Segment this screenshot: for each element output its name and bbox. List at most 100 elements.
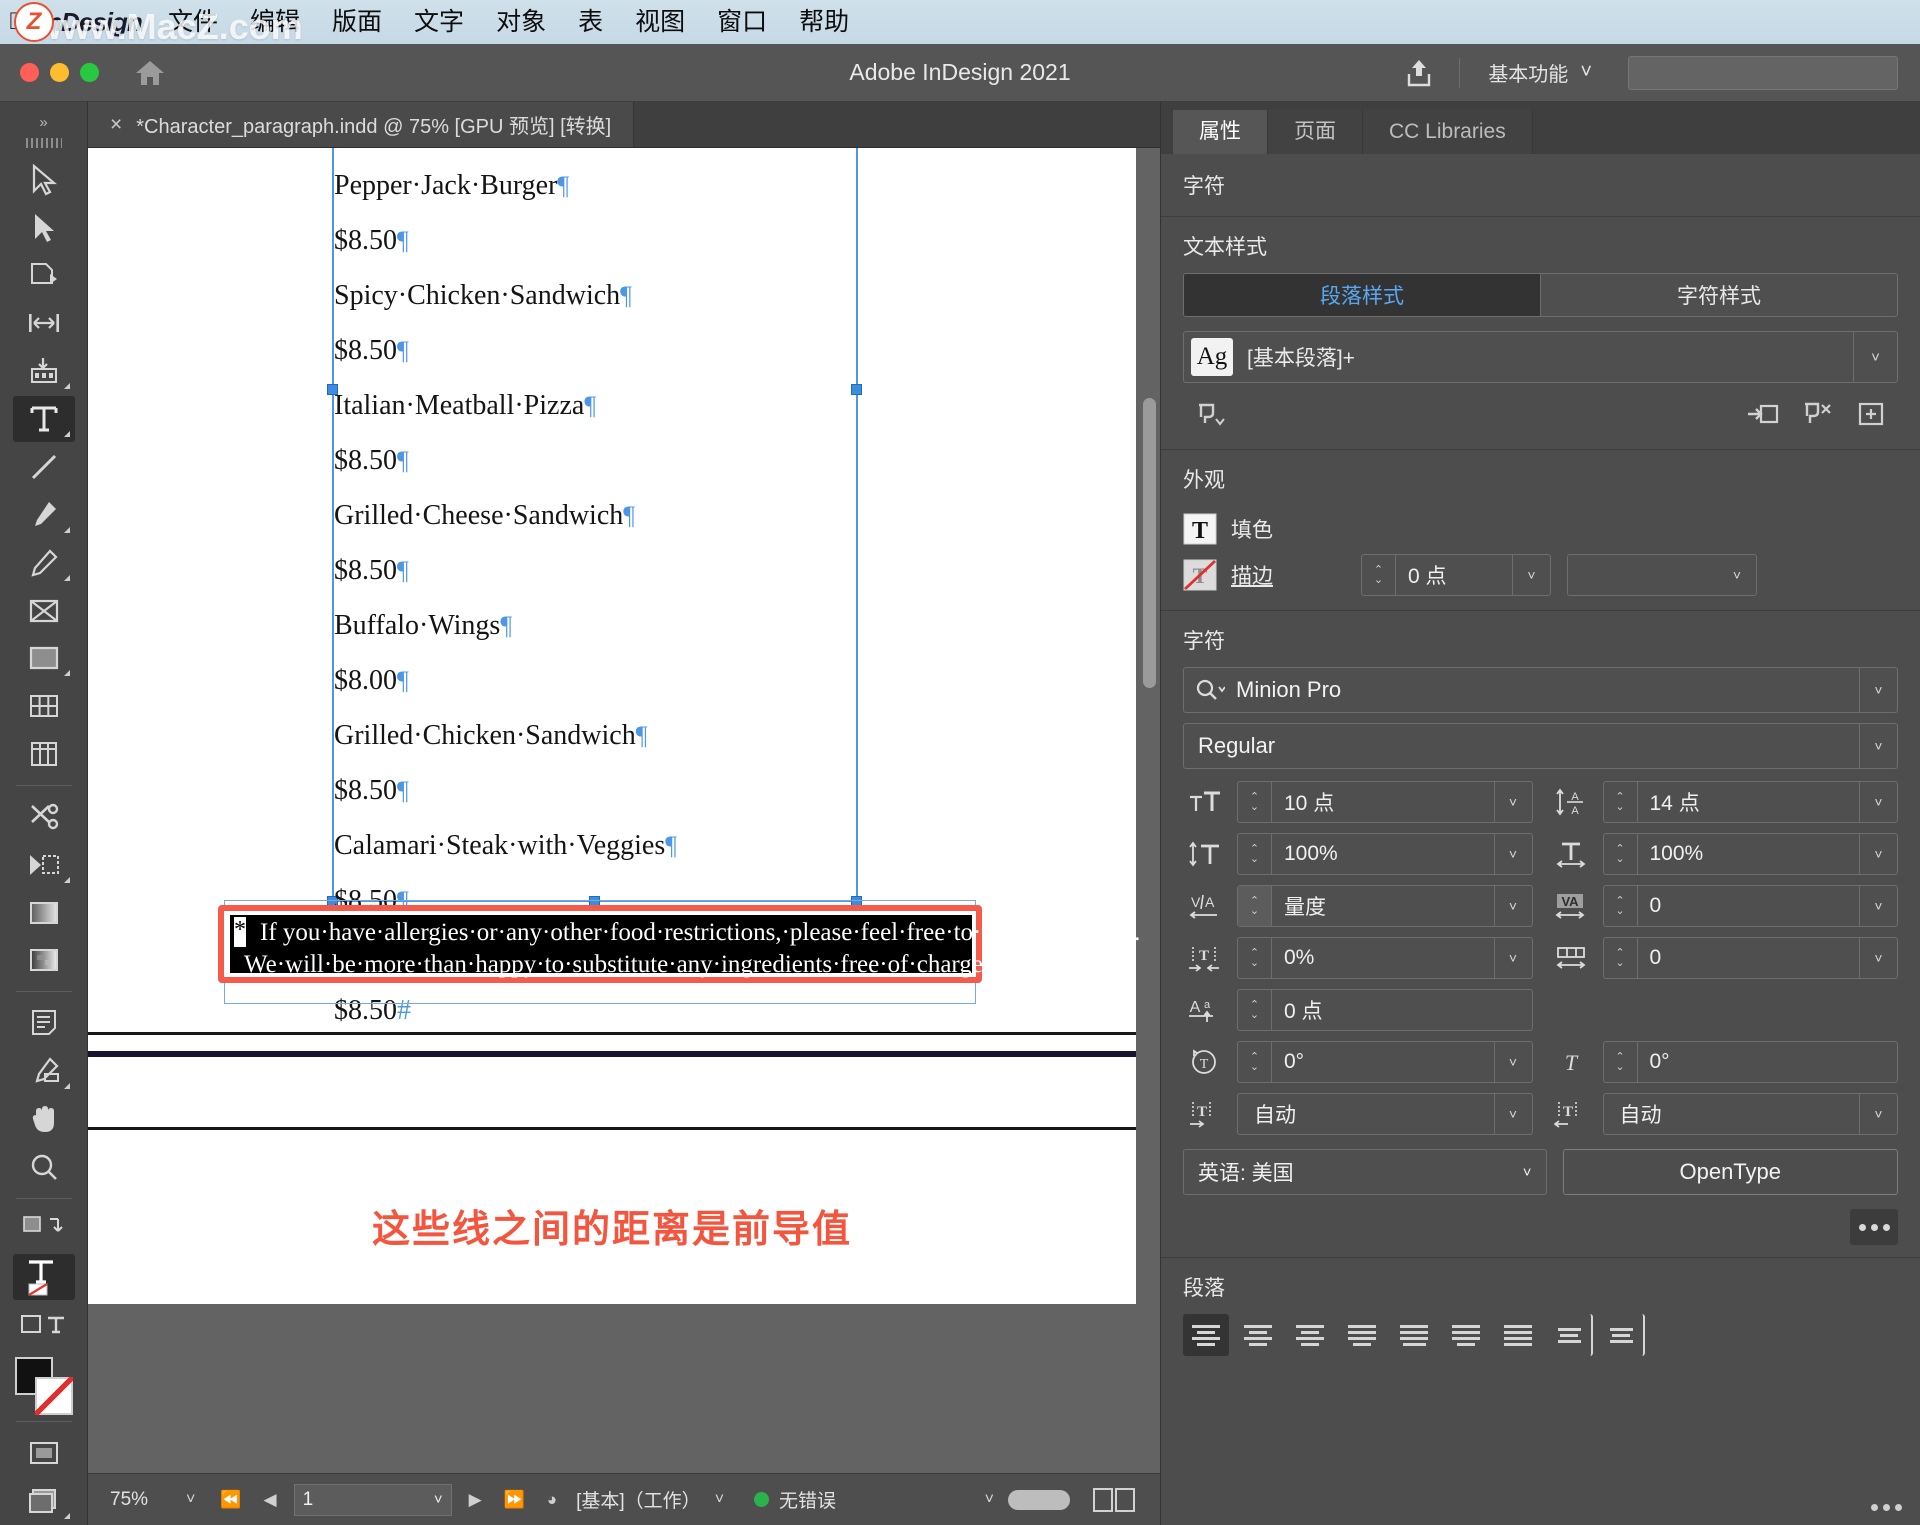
formatting-affects-container[interactable]: [13, 1302, 75, 1348]
fill-stroke-swatches[interactable]: [13, 1355, 75, 1416]
maximize-window-button[interactable]: [80, 63, 99, 82]
panel-collapse-icon[interactable]: »: [0, 106, 87, 138]
page-layout-icon[interactable]: [1092, 1486, 1136, 1514]
justify-last-center-button[interactable]: [1391, 1314, 1437, 1356]
close-window-button[interactable]: [20, 63, 39, 82]
chevron-down-icon[interactable]: ˅: [1493, 834, 1532, 874]
page-number-input[interactable]: 1 ˅: [293, 1483, 452, 1516]
skew-field[interactable]: ⌃ ⌄ 0°: [1602, 1041, 1898, 1083]
tab-pages[interactable]: 页面: [1268, 110, 1363, 154]
chevron-down-icon[interactable]: ˅: [1859, 834, 1897, 874]
gradient-feather-tool[interactable]: [13, 937, 75, 983]
menu-item-edit[interactable]: 编辑: [234, 0, 316, 44]
stepper-icon[interactable]: ⌃ ⌄: [1362, 555, 1396, 595]
fill-color-swatch-icon[interactable]: T: [1183, 513, 1217, 545]
char-spacing-field[interactable]: ⌃ ⌄ 0 ˅: [1602, 937, 1898, 979]
justify-all-button[interactable]: [1495, 1314, 1541, 1356]
note-tool[interactable]: [13, 1000, 75, 1046]
column-tool[interactable]: [13, 731, 75, 777]
align-left-button[interactable]: [1183, 1314, 1229, 1356]
stroke-type-field[interactable]: ˅: [1567, 554, 1757, 596]
scissors-tool[interactable]: [13, 794, 75, 840]
free-transform-tool[interactable]: [13, 842, 75, 888]
kerning-field[interactable]: ⌃ ⌄ 量度 ˅: [1237, 885, 1533, 927]
table-tool[interactable]: [13, 683, 75, 729]
chevron-down-icon[interactable]: ˅: [1493, 938, 1532, 978]
tracking-field[interactable]: ⌃ ⌄ 0 ˅: [1602, 885, 1898, 927]
search-input[interactable]: [1628, 55, 1898, 90]
chevron-down-icon[interactable]: ˅: [1493, 1042, 1532, 1082]
gradient-swatch-tool[interactable]: [13, 890, 75, 936]
preflight-dropdown-icon[interactable]: ˅: [971, 1491, 1008, 1509]
chevron-down-icon[interactable]: ˅: [1859, 782, 1897, 822]
justify-last-right-button[interactable]: [1443, 1314, 1489, 1356]
close-icon[interactable]: ×: [110, 113, 122, 137]
chevron-down-icon[interactable]: ˅: [1859, 668, 1897, 712]
tsume-field[interactable]: ⌃ ⌄ 0% ˅: [1237, 937, 1533, 979]
master-page-label[interactable]: [基本]（工作）: [568, 1486, 701, 1513]
chevron-down-icon[interactable]: ˅: [1493, 886, 1532, 926]
frame-tool[interactable]: [13, 588, 75, 634]
tab-properties[interactable]: 属性: [1173, 110, 1268, 154]
justify-last-left-button[interactable]: [1339, 1314, 1385, 1356]
document-canvas[interactable]: Pepper·Jack·Burger¶ $8.50¶ Spicy·Chicken…: [88, 148, 1160, 1473]
stroke-row[interactable]: T 描边 ⌃⌄ 0 点 ˅ ˅: [1183, 552, 1898, 598]
chevron-down-icon[interactable]: ˅: [1718, 555, 1756, 595]
stepper-icon[interactable]: ⌃ ⌄: [1604, 834, 1638, 874]
paragraph-styles-button[interactable]: 段落样式: [1184, 274, 1540, 316]
leading-field[interactable]: ⌃ ⌄ 14 点 ˅: [1602, 781, 1898, 823]
before-space-field[interactable]: 自动 ˅: [1237, 1093, 1533, 1135]
zoom-dropdown-icon[interactable]: ˅: [172, 1491, 209, 1509]
stepper-icon[interactable]: ⌃ ⌄: [1238, 990, 1272, 1030]
menu-item-window[interactable]: 窗口: [701, 0, 783, 44]
font-family-selector[interactable]: Minion Pro ˅: [1183, 667, 1898, 713]
content-collector-tool[interactable]: [13, 348, 75, 394]
rectangle-tool[interactable]: [13, 635, 75, 681]
stepper-icon[interactable]: ⌃ ⌄: [1238, 834, 1272, 874]
next-page-icon[interactable]: ▶: [458, 1490, 493, 1510]
master-dropdown-icon[interactable]: ˅: [701, 1491, 738, 1509]
eyedropper-tool[interactable]: [13, 1048, 75, 1094]
menu-item-layout[interactable]: 版面: [316, 0, 398, 44]
fill-row[interactable]: T 填色: [1183, 506, 1898, 552]
paragraph-more-options-button[interactable]: [1871, 1504, 1902, 1511]
stepper-icon[interactable]: ⌃ ⌄: [1604, 782, 1638, 822]
menu-item-type[interactable]: 文字: [398, 0, 480, 44]
paragraph-options-icon[interactable]: [1183, 395, 1237, 433]
chevron-down-icon[interactable]: ˅: [1859, 938, 1897, 978]
menu-item-help[interactable]: 帮助: [783, 0, 865, 44]
menu-item-object[interactable]: 对象: [480, 0, 562, 44]
language-selector[interactable]: 英语: 美国 ˅: [1183, 1149, 1547, 1195]
font-size-field[interactable]: ⌃ ⌄ 10 点 ˅: [1237, 781, 1533, 823]
screen-mode[interactable]: [13, 1478, 75, 1524]
font-style-selector[interactable]: Regular ˅: [1183, 723, 1898, 769]
share-icon[interactable]: [1397, 53, 1441, 93]
master-page-icon[interactable]: ◕: [536, 1490, 568, 1510]
hand-tool[interactable]: [13, 1096, 75, 1142]
chevron-down-icon[interactable]: ˅: [1853, 332, 1897, 382]
normal-view-mode[interactable]: [13, 1430, 75, 1476]
character-styles-button[interactable]: 字符样式: [1540, 274, 1897, 316]
menu-item-view[interactable]: 视图: [619, 0, 701, 44]
stepper-icon[interactable]: ⌃ ⌄: [1238, 1042, 1272, 1082]
page-tool[interactable]: [13, 253, 75, 299]
stepper-icon[interactable]: ⌃ ⌄: [1238, 886, 1272, 926]
after-space-field[interactable]: 自动 ˅: [1602, 1093, 1898, 1135]
baseline-shift-field[interactable]: ⌃ ⌄ 0 点: [1237, 989, 1533, 1031]
stepper-icon[interactable]: ⌃ ⌄: [1604, 1042, 1638, 1082]
fill-stroke-swap[interactable]: [13, 1207, 75, 1253]
menu-item-table[interactable]: 表: [562, 0, 619, 44]
new-style-icon[interactable]: [1844, 395, 1898, 433]
stepper-icon[interactable]: ⌃ ⌄: [1238, 938, 1272, 978]
chevron-down-icon[interactable]: ˅: [1859, 724, 1897, 768]
search-icon[interactable]: [1184, 679, 1236, 701]
vertical-scale-field[interactable]: ⌃ ⌄ 100% ˅: [1237, 833, 1533, 875]
type-fill-indicator[interactable]: [12, 1254, 75, 1301]
chevron-down-icon[interactable]: ˅: [1859, 1094, 1897, 1134]
stroke-swatch[interactable]: [34, 1377, 73, 1416]
pencil-tool[interactable]: [13, 540, 75, 586]
paragraph-style-selector[interactable]: Ag [基本段落]+ ˅: [1183, 331, 1898, 383]
rotation-field[interactable]: ⌃ ⌄ 0° ˅: [1237, 1041, 1533, 1083]
selected-text-highlight[interactable]: * If you·have·allergies·or·any·other·foo…: [230, 915, 1140, 978]
import-style-icon[interactable]: [1736, 395, 1790, 433]
